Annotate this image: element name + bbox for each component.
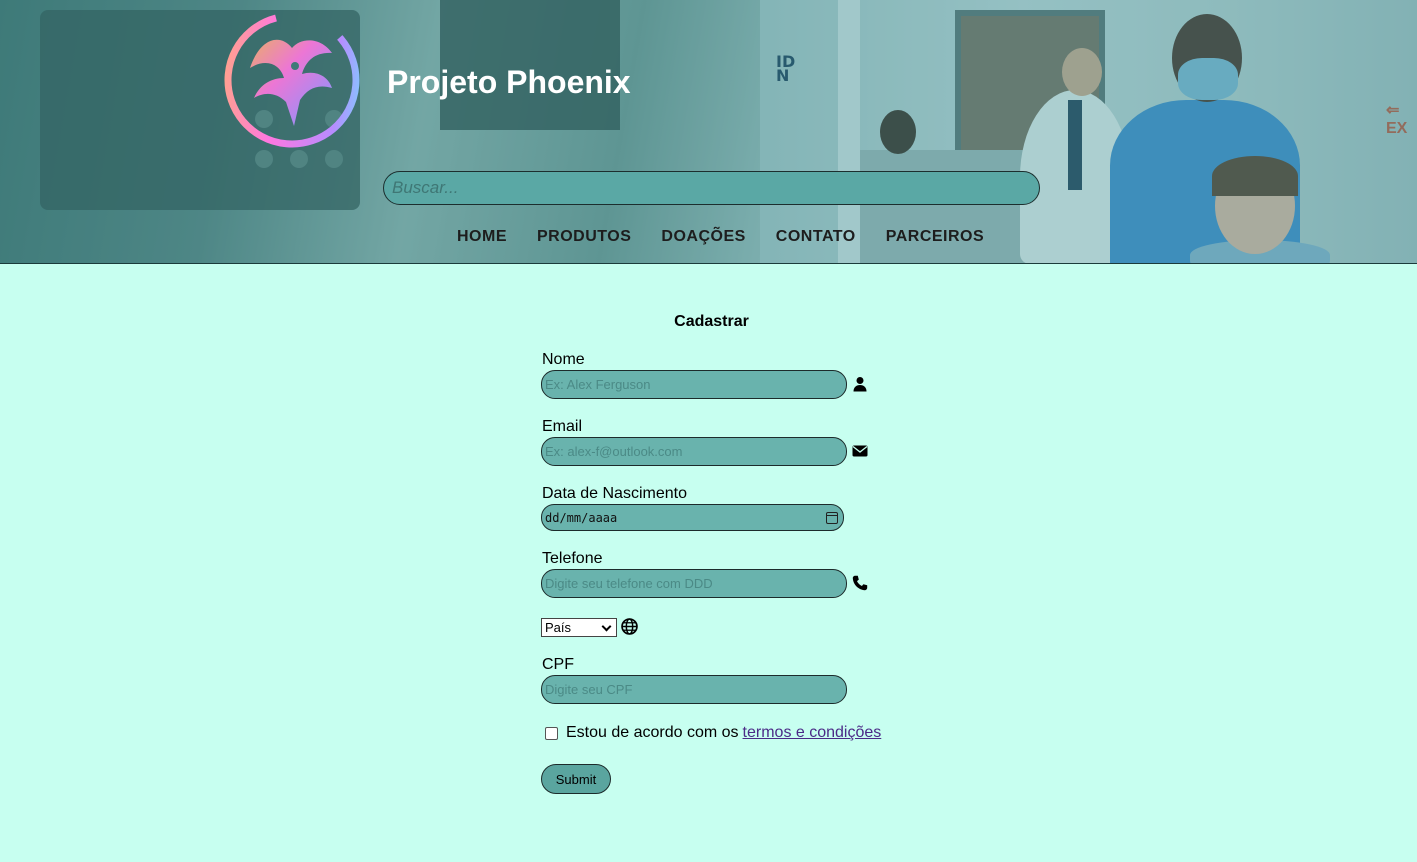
terms-row: Estou de acordo com os termos e condiçõe… — [545, 724, 881, 742]
telefone-label: Telefone — [542, 550, 603, 567]
site-header: ID N ⇐ EX Projeto Phoenix HOME P — [0, 0, 1417, 264]
terms-checkbox[interactable] — [545, 726, 558, 740]
nav-contato[interactable]: CONTATO — [776, 228, 856, 246]
nome-label: Nome — [542, 351, 585, 368]
email-label: Email — [542, 418, 583, 435]
nome-input[interactable] — [541, 370, 847, 399]
submit-button[interactable]: Submit — [541, 764, 611, 794]
cpf-label: CPF — [542, 656, 574, 673]
country-select[interactable]: País — [541, 618, 617, 637]
email-input[interactable] — [541, 437, 847, 466]
nav-home[interactable]: HOME — [457, 228, 507, 246]
nav-produtos[interactable]: PRODUTOS — [537, 228, 631, 246]
user-icon — [853, 377, 867, 392]
globe-icon — [621, 618, 638, 635]
terms-link[interactable]: termos e condições — [743, 724, 882, 742]
search-input[interactable] — [383, 171, 1040, 205]
cpf-input[interactable] — [541, 675, 847, 704]
nav-parceiros[interactable]: PARCEIROS — [886, 228, 984, 246]
site-title: Projeto Phoenix — [387, 64, 631, 100]
terms-text: Estou de acordo com os — [566, 724, 739, 741]
nascimento-label: Data de Nascimento — [542, 485, 687, 502]
nav-doacoes[interactable]: DOAÇÕES — [661, 228, 745, 246]
phone-icon — [852, 575, 868, 591]
phoenix-logo — [224, 12, 360, 148]
birthdate-placeholder: dd/mm/aaaa — [545, 510, 618, 525]
calendar-icon[interactable] — [826, 511, 838, 524]
country-select-value: País — [545, 620, 572, 635]
main-nav: HOME PRODUTOS DOAÇÕES CONTATO PARCEIROS — [457, 228, 984, 246]
birthdate-input[interactable]: dd/mm/aaaa — [541, 504, 844, 531]
envelope-icon — [852, 445, 868, 457]
telefone-input[interactable] — [541, 569, 847, 598]
hero-background-image: ID N ⇐ EX — [0, 0, 1417, 263]
chevron-down-icon — [601, 621, 612, 631]
form-title: Cadastrar — [674, 313, 749, 330]
